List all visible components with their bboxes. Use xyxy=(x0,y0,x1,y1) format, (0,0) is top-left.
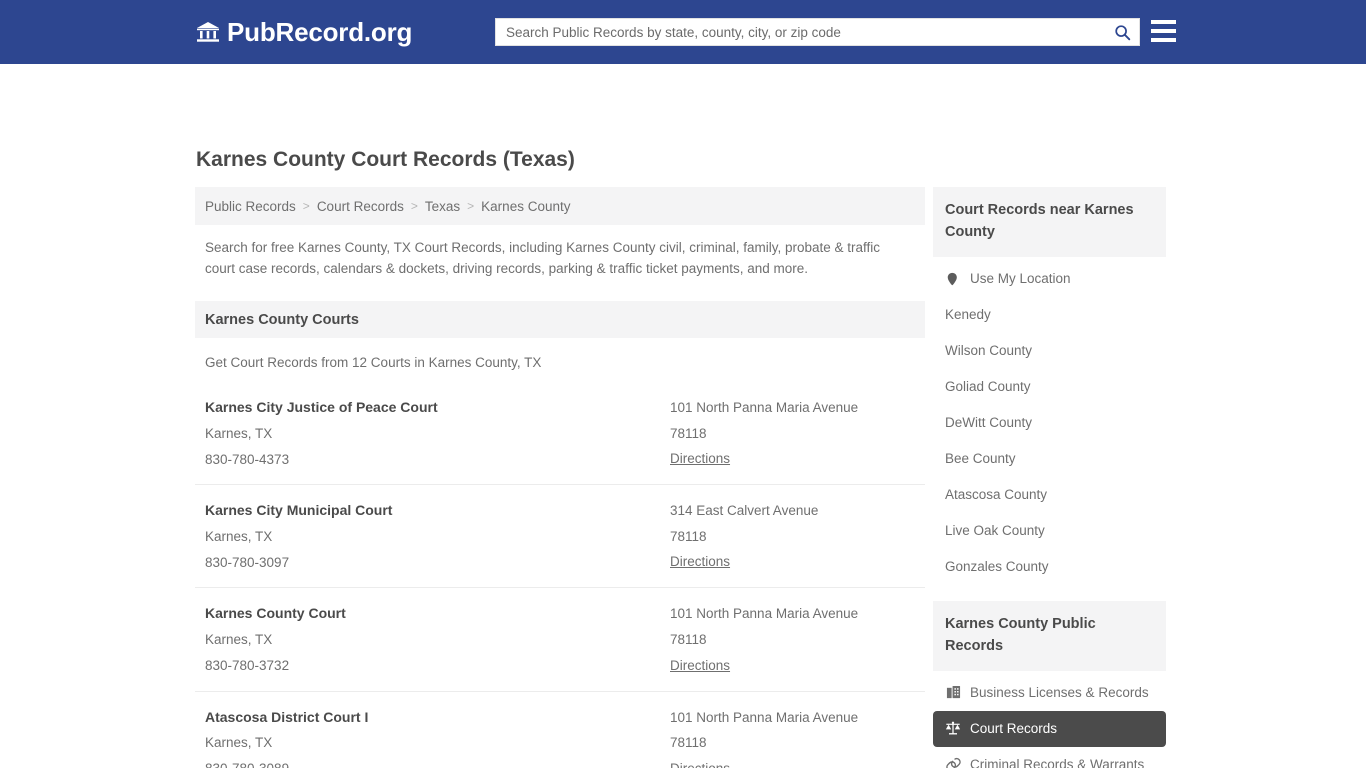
court-address: 101 North Panna Maria Avenue xyxy=(670,395,915,421)
sidebar-item-label: Business Licenses & Records xyxy=(970,685,1149,700)
breadcrumb-item-karnes-county: Karnes County xyxy=(481,199,570,214)
court-info-cell: Karnes City Municipal Court Karnes, TX 8… xyxy=(205,498,670,575)
court-address: 314 East Calvert Avenue xyxy=(670,498,915,524)
sidebar-public-records-list: Business Licenses & Records Court Record… xyxy=(933,675,1166,768)
court-phone: 830-780-3097 xyxy=(205,550,670,576)
directions-link[interactable]: Directions xyxy=(670,446,730,472)
court-name: Karnes County Court xyxy=(205,601,670,627)
sidebar-item-kenedy[interactable]: Kenedy xyxy=(933,297,1166,333)
sidebar-item-label: Use My Location xyxy=(970,271,1071,286)
breadcrumb-separator: > xyxy=(303,199,310,213)
court-phone: 830-780-3089 xyxy=(205,756,670,768)
sidebar-item-label: Bee County xyxy=(945,451,1016,466)
directions-link[interactable]: Directions xyxy=(670,653,730,679)
sidebar-item-goliad-county[interactable]: Goliad County xyxy=(933,369,1166,405)
sidebar-item-label: Goliad County xyxy=(945,379,1031,394)
court-info-cell: Karnes City Justice of Peace Court Karne… xyxy=(205,395,670,472)
sidebar-item-live-oak-county[interactable]: Live Oak County xyxy=(933,513,1166,549)
courts-section-subtitle: Get Court Records from 12 Courts in Karn… xyxy=(195,338,925,370)
sidebar-divider-space xyxy=(933,585,1166,601)
court-address-cell: 101 North Panna Maria Avenue 78118 Direc… xyxy=(670,601,915,678)
sidebar-item-label: DeWitt County xyxy=(945,415,1032,430)
court-address-cell: 101 North Panna Maria Avenue 78118 Direc… xyxy=(670,705,915,768)
search-bar xyxy=(495,18,1140,46)
table-row: Karnes County Court Karnes, TX 830-780-3… xyxy=(195,587,925,690)
court-zip: 78118 xyxy=(670,421,915,447)
briefcase-icon xyxy=(945,685,961,701)
directions-link[interactable]: Directions xyxy=(670,756,730,768)
court-address: 101 North Panna Maria Avenue xyxy=(670,601,915,627)
breadcrumb-item-court-records[interactable]: Court Records xyxy=(317,199,404,214)
breadcrumb-separator: > xyxy=(411,199,418,213)
page-title: Karnes County Court Records (Texas) xyxy=(196,148,575,172)
search-input[interactable] xyxy=(496,19,1105,45)
sidebar-item-label: Atascosa County xyxy=(945,487,1047,502)
court-city: Karnes, TX xyxy=(205,627,670,653)
court-city: Karnes, TX xyxy=(205,730,670,756)
table-row: Karnes City Municipal Court Karnes, TX 8… xyxy=(195,484,925,587)
search-icon xyxy=(1114,24,1131,41)
page-body: Karnes County Court Records (Texas) Publ… xyxy=(0,64,1366,768)
sidebar-item-gonzales-county[interactable]: Gonzales County xyxy=(933,549,1166,585)
sidebar-item-label: Live Oak County xyxy=(945,523,1045,538)
hamburger-menu-icon[interactable] xyxy=(1151,20,1176,42)
court-address: 101 North Panna Maria Avenue xyxy=(670,705,915,731)
page-intro-text: Search for free Karnes County, TX Court … xyxy=(195,238,910,279)
breadcrumb-item-public-records[interactable]: Public Records xyxy=(205,199,296,214)
sidebar-item-use-my-location[interactable]: Use My Location xyxy=(933,261,1166,297)
court-address-cell: 314 East Calvert Avenue 78118 Directions xyxy=(670,498,915,575)
sidebar-nearby-list: Use My Location Kenedy Wilson County Gol… xyxy=(933,261,1166,585)
breadcrumb-separator: > xyxy=(467,199,474,213)
site-header: PubRecord.org xyxy=(0,0,1366,64)
sidebar-item-dewitt-county[interactable]: DeWitt County xyxy=(933,405,1166,441)
court-phone: 830-780-4373 xyxy=(205,447,670,473)
map-pin-icon xyxy=(945,271,961,287)
sidebar: Court Records near Karnes County Use My … xyxy=(933,187,1166,768)
sidebar-item-bee-county[interactable]: Bee County xyxy=(933,441,1166,477)
sidebar-public-records-heading: Karnes County Public Records xyxy=(933,601,1166,671)
bank-icon xyxy=(196,20,220,44)
court-info-cell: Karnes County Court Karnes, TX 830-780-3… xyxy=(205,601,670,678)
courts-list: Karnes City Justice of Peace Court Karne… xyxy=(195,382,925,768)
court-zip: 78118 xyxy=(670,627,915,653)
sidebar-item-label: Court Records xyxy=(970,721,1057,736)
sidebar-item-wilson-county[interactable]: Wilson County xyxy=(933,333,1166,369)
court-info-cell: Atascosa District Court I Karnes, TX 830… xyxy=(205,705,670,768)
directions-link[interactable]: Directions xyxy=(670,549,730,575)
table-row: Karnes City Justice of Peace Court Karne… xyxy=(195,382,925,484)
site-logo-text: PubRecord.org xyxy=(227,17,412,48)
hamburger-bar xyxy=(1151,20,1176,24)
sidebar-item-label: Criminal Records & Warrants xyxy=(970,757,1144,768)
sidebar-item-label: Kenedy xyxy=(945,307,991,322)
court-name: Karnes City Municipal Court xyxy=(205,498,670,524)
court-name: Karnes City Justice of Peace Court xyxy=(205,395,670,421)
fingerprint-icon xyxy=(945,757,961,768)
breadcrumb: Public Records > Court Records > Texas >… xyxy=(195,187,925,225)
scales-of-justice-icon xyxy=(945,721,961,737)
sidebar-item-atascosa-county[interactable]: Atascosa County xyxy=(933,477,1166,513)
hamburger-bar xyxy=(1151,29,1176,33)
sidebar-item-criminal-records[interactable]: Criminal Records & Warrants xyxy=(933,747,1166,768)
sidebar-item-label: Gonzales County xyxy=(945,559,1049,574)
court-city: Karnes, TX xyxy=(205,524,670,550)
main-content-column: Public Records > Court Records > Texas >… xyxy=(195,187,925,768)
table-row: Atascosa District Court I Karnes, TX 830… xyxy=(195,691,925,768)
court-city: Karnes, TX xyxy=(205,421,670,447)
sidebar-nearby-heading: Court Records near Karnes County xyxy=(933,187,1166,257)
search-button[interactable] xyxy=(1105,19,1139,45)
courts-section-heading: Karnes County Courts xyxy=(195,301,925,338)
sidebar-item-court-records[interactable]: Court Records xyxy=(933,711,1166,747)
court-phone: 830-780-3732 xyxy=(205,653,670,679)
sidebar-item-business-licenses[interactable]: Business Licenses & Records xyxy=(933,675,1166,711)
site-logo-link[interactable]: PubRecord.org xyxy=(196,17,412,48)
sidebar-item-label: Wilson County xyxy=(945,343,1032,358)
court-zip: 78118 xyxy=(670,524,915,550)
court-zip: 78118 xyxy=(670,730,915,756)
hamburger-bar xyxy=(1151,38,1176,42)
court-address-cell: 101 North Panna Maria Avenue 78118 Direc… xyxy=(670,395,915,472)
court-name: Atascosa District Court I xyxy=(205,705,670,731)
breadcrumb-item-texas[interactable]: Texas xyxy=(425,199,460,214)
